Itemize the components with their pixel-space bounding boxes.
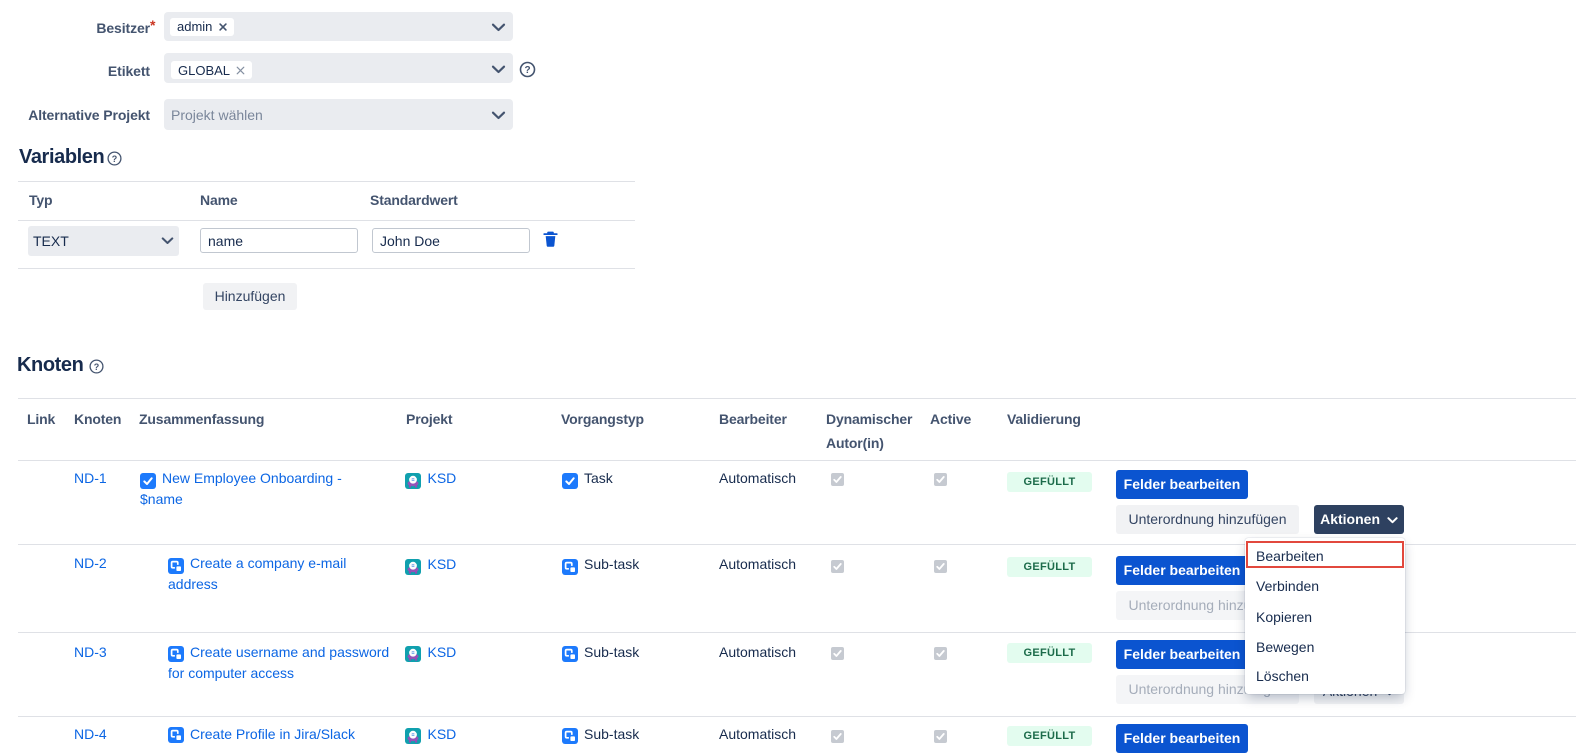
svg-text:?: ? (94, 362, 100, 372)
svg-text:?: ? (112, 154, 118, 164)
svg-text:?: ? (524, 65, 530, 76)
